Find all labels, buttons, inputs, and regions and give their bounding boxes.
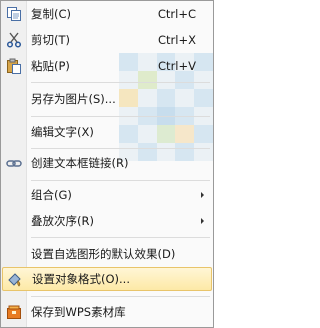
menu-item-save-as-picture[interactable]: 另存为图片(S)... — [2, 87, 212, 111]
scissors-icon — [5, 31, 23, 49]
menu-item-edit-text[interactable]: 编辑文字(X) — [2, 120, 212, 144]
material-library-icon — [5, 303, 23, 321]
context-menu: 复制(C) Ctrl+C 剪切(T) Ctrl+X 粘贴(P) Ctrl+V 另… — [0, 0, 214, 328]
shortcut-text: Ctrl+X — [158, 33, 196, 47]
menu-item-label: 粘贴(P) — [31, 59, 70, 73]
shortcut-text: Ctrl+C — [157, 7, 196, 21]
menu-item-label: 组合(G) — [31, 188, 72, 202]
menu-separator — [31, 237, 210, 238]
menu-item-label: 设置对象格式(O)... — [32, 272, 130, 286]
menu-item-label: 叠放次序(R) — [31, 214, 94, 228]
menu-item-label: 创建文本框链接(R) — [31, 156, 129, 170]
link-icon — [5, 154, 23, 172]
menu-item-copy[interactable]: 复制(C) Ctrl+C — [2, 2, 212, 26]
menu-item-label: 保存到WPS素材库 — [31, 305, 126, 319]
menu-item-save-to-wps-library[interactable]: 保存到WPS素材库 — [2, 300, 212, 324]
menu-item-label: 设置自选图形的默认效果(D) — [31, 247, 176, 261]
menu-item-label: 复制(C) — [31, 7, 72, 21]
menu-item-group[interactable]: 组合(G) — [2, 183, 212, 207]
format-object-icon — [6, 270, 24, 288]
menu-separator — [31, 180, 210, 181]
menu-item-label: 剪切(T) — [31, 33, 70, 47]
menu-separator — [31, 116, 210, 117]
menu-item-create-textbox-link[interactable]: 创建文本框链接(R) — [2, 151, 212, 175]
menu-item-paste[interactable]: 粘贴(P) Ctrl+V — [2, 54, 212, 78]
submenu-arrow-icon — [201, 192, 204, 198]
shortcut-text: Ctrl+V — [158, 59, 196, 73]
menu-item-format-object[interactable]: 设置对象格式(O)... — [2, 267, 212, 291]
menu-item-arrange-order[interactable]: 叠放次序(R) — [2, 209, 212, 233]
menu-item-label: 编辑文字(X) — [31, 125, 94, 139]
menu-separator — [31, 82, 210, 83]
menu-separator — [31, 296, 210, 297]
menu-item-cut[interactable]: 剪切(T) Ctrl+X — [2, 28, 212, 52]
copy-icon — [5, 5, 23, 23]
menu-separator — [31, 148, 210, 149]
menu-item-set-default-shape-effect[interactable]: 设置自选图形的默认效果(D) — [2, 242, 212, 266]
menu-item-label: 另存为图片(S)... — [31, 92, 116, 106]
submenu-arrow-icon — [201, 218, 204, 224]
paste-icon — [5, 57, 23, 75]
